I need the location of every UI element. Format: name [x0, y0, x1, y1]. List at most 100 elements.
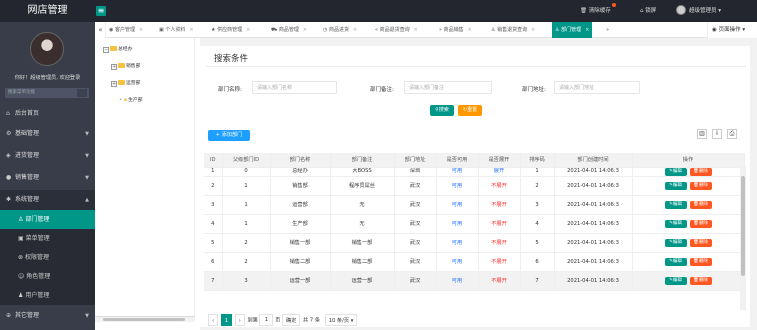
edit-button[interactable]: ✎编辑 [664, 200, 687, 209]
table-row[interactable]: 2 1 销售部 程序员屌丝 武汉 可用 不展开 2 2021-04-01 14:… [204, 176, 745, 196]
prev-page-icon[interactable]: ‹ [208, 314, 219, 326]
delete-button[interactable]: 🗑删除 [689, 257, 712, 266]
sidebar-item-home[interactable]: ⌂ 后台首页 [0, 104, 95, 124]
tab-goods-purchase[interactable]: ◷ 商品进货 × [320, 22, 360, 38]
tree-horizontal-scrollbar[interactable] [95, 316, 195, 322]
tree-node-operation[interactable]: + 运营部 [111, 80, 140, 88]
add-department-button[interactable]: + 添加部门 [208, 130, 250, 141]
table-row[interactable]: 5 2 销售一部 销售一部 武汉 可用 不展开 5 2021-04-01 14:… [204, 233, 745, 253]
menu-toggle-icon[interactable]: ≡ [96, 6, 106, 16]
col-header[interactable]: 部门创建时间 [554, 153, 633, 168]
tab-customer[interactable]: ◉ 客户管理 × [106, 22, 146, 38]
edit-button[interactable]: ✎编辑 [664, 219, 687, 228]
print-icon[interactable]: ⎙ [727, 129, 737, 139]
next-page-icon[interactable]: › [234, 314, 245, 326]
expand-icon[interactable]: + [111, 81, 117, 87]
columns-icon[interactable]: ▥ [697, 129, 707, 139]
export-icon[interactable]: ⇩ [712, 129, 722, 139]
collapse-icon[interactable]: − [103, 47, 109, 53]
col-header[interactable]: 父级部门ID [222, 153, 271, 168]
search-button[interactable]: ⚲搜索 [430, 105, 454, 116]
expand-icon[interactable]: + [111, 64, 117, 70]
sidebar-item-system[interactable]: ✱ 系统管理 ▲ [0, 190, 95, 210]
lock-button[interactable]: ⌂ 锁屏 [640, 0, 656, 22]
avatar[interactable] [30, 32, 64, 66]
close-icon[interactable]: × [531, 27, 535, 33]
delete-button[interactable]: 🗑删除 [689, 181, 712, 190]
tab-sales-return[interactable]: ♙ 销售退货查询 × [488, 22, 538, 38]
col-header[interactable]: 是否可用 [436, 153, 479, 168]
col-header[interactable]: 排序码 [520, 153, 555, 168]
close-icon[interactable]: × [414, 27, 418, 33]
table-row[interactable]: 1 0 总经办 大BOSS 深圳 可用 展开 1 2021-04-01 14:0… [204, 167, 745, 177]
table-row[interactable]: 7 3 运营一部 运营一部 武汉 可用 不展开 7 2021-04-01 14:… [204, 271, 745, 291]
dept-name-input[interactable] [252, 81, 337, 94]
dept-addr-input[interactable] [554, 81, 640, 94]
sidebar-item-sales[interactable]: ● 销售管理 ▼ [0, 168, 95, 188]
per-page-select[interactable]: 10 条/页 ▾ [324, 314, 358, 326]
table-row[interactable]: 4 1 生产部 无 武汉 可用 不展开 4 2021-04-01 14:06:3… [204, 214, 745, 234]
edit-button[interactable]: ✎编辑 [664, 257, 687, 266]
page-number-current[interactable]: 1 [220, 314, 233, 326]
close-icon[interactable]: × [189, 27, 193, 33]
sidebar-item-user[interactable]: ♟ 用户管理 [0, 286, 95, 305]
search-icon[interactable] [77, 89, 87, 97]
close-icon[interactable]: × [303, 27, 307, 33]
tree-node-production[interactable]: • ▪生产部 [119, 97, 143, 105]
close-icon[interactable]: × [353, 27, 357, 33]
sidebar-item-department[interactable]: ♙ 部门管理 [0, 210, 95, 229]
tab-goods-sales[interactable]: » 商品销售 × [436, 22, 475, 38]
edit-button[interactable]: ✎编辑 [664, 276, 687, 285]
tab-scroll-right-icon[interactable]: » [606, 22, 609, 38]
close-icon[interactable]: × [139, 27, 143, 33]
col-header[interactable]: 是否展开 [478, 153, 521, 168]
tab-profile[interactable]: ▣ 个人资料 × [156, 22, 197, 38]
dept-remark-input[interactable] [404, 81, 492, 94]
sidebar: 你好！超级管理员, 欢迎登录 搜索菜单功能 ⌂ 后台首页 ⚙ 基础管理 ▼ ◈ 进货管理… [0, 22, 95, 330]
delete-button[interactable]: 🗑删除 [689, 219, 712, 228]
delete-button[interactable]: 🗑删除 [689, 276, 712, 285]
sidebar-item-other[interactable]: ⊕ 其它管理 ▼ [0, 306, 95, 326]
table-row[interactable]: 6 2 销售二部 销售二部 武汉 可用 不展开 6 2021-04-01 14:… [204, 252, 745, 272]
col-header[interactable]: 部门备注 [330, 153, 395, 168]
cell-id: 7 [204, 271, 223, 291]
sidebar-item-menu[interactable]: ▣ 菜单管理 [0, 229, 95, 248]
tab-goods[interactable]: ⛟ 商品管理 × [268, 22, 310, 38]
reset-button[interactable]: ↻重置 [458, 105, 482, 116]
goto-page-input[interactable]: 1 [259, 314, 274, 326]
cell-available: 可用 [436, 167, 479, 177]
sidebar-item-purchase[interactable]: ◈ 进货管理 ▼ [0, 146, 95, 166]
sidebar-search-input[interactable]: 搜索菜单功能 [5, 88, 89, 98]
col-header[interactable]: ID [204, 153, 223, 168]
tree-node-sales[interactable]: + 销售部 [111, 63, 140, 71]
table-row[interactable]: 3 1 运营部 无 武汉 可用 不展开 3 2021-04-01 14:06:3… [204, 195, 745, 215]
sidebar-item-basic[interactable]: ⚙ 基础管理 ▼ [0, 124, 95, 144]
col-header[interactable]: 部门地址 [394, 153, 437, 168]
edit-button[interactable]: ✎编辑 [664, 238, 687, 247]
goto-confirm-button[interactable]: 确定 [282, 314, 301, 326]
table-vertical-scrollbar[interactable] [740, 166, 746, 310]
tab-supplier[interactable]: ★ 供应商管理 × [208, 22, 253, 38]
user-menu[interactable]: 超级管理员 ▾ [676, 0, 721, 22]
col-header[interactable]: 部门名称 [270, 153, 331, 168]
delete-button[interactable]: 🗑删除 [689, 200, 712, 209]
tab-department[interactable]: ♙ 部门管理 × [552, 22, 593, 38]
scrollbar-thumb[interactable] [741, 176, 745, 276]
tab-goods-return[interactable]: « 商品退货查询 × [372, 22, 421, 38]
delete-button[interactable]: 🗑删除 [689, 238, 712, 247]
delete-button[interactable]: 🗑删除 [689, 167, 712, 175]
edit-button[interactable]: ✎编辑 [664, 167, 687, 175]
close-icon[interactable]: × [585, 27, 589, 33]
tab-scroll-left-icon[interactable]: « [96, 22, 106, 38]
tree-node-root[interactable]: − 总经办 [103, 46, 132, 54]
close-icon[interactable]: × [246, 27, 250, 33]
col-header[interactable]: 操作 [632, 153, 745, 168]
close-icon[interactable]: × [468, 27, 472, 33]
edit-button[interactable]: ✎编辑 [664, 181, 687, 190]
page-ops-button[interactable]: ◉ 页面操作 ▾ [707, 22, 757, 38]
scrollbar-thumb[interactable] [103, 318, 185, 321]
sidebar-item-permission[interactable]: ⊗ 权限管理 [0, 248, 95, 267]
clear-cache-button[interactable]: 🗑 清除缓存 [580, 0, 616, 22]
cell-available: 可用 [436, 252, 479, 272]
sidebar-item-role[interactable]: ☺ 角色管理 [0, 267, 95, 286]
